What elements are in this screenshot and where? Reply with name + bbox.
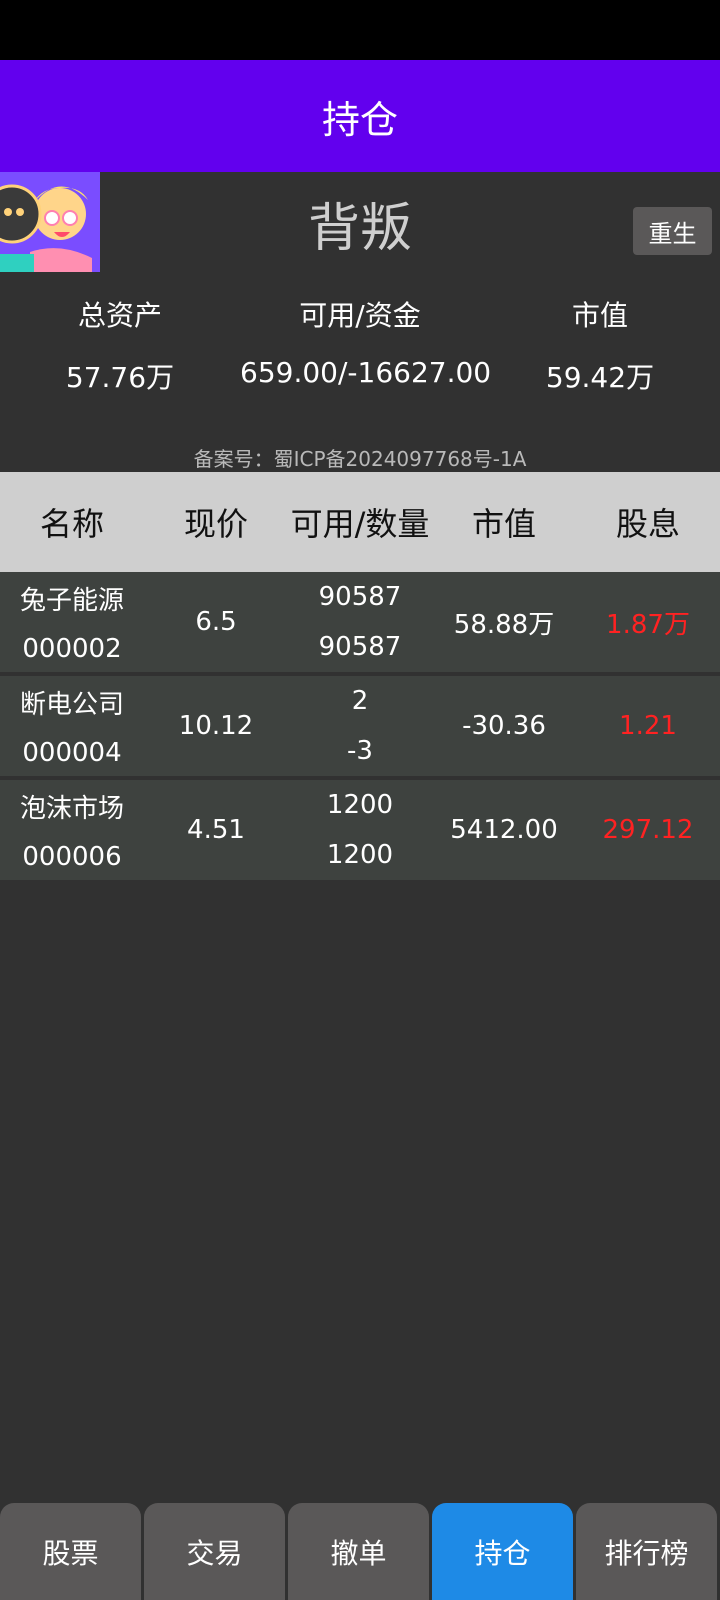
price-cell: 10.12 bbox=[178, 711, 254, 741]
stat-label: 可用/资金 bbox=[299, 299, 421, 332]
app-bar: 持仓 bbox=[0, 60, 720, 172]
stat-market-value: 市值 bbox=[480, 294, 720, 334]
stock-name-cell: 泡沫市场 000006 bbox=[0, 780, 144, 880]
stat-total-assets-value: 57.76万 bbox=[0, 356, 240, 396]
header-name: 名称 bbox=[39, 505, 104, 543]
header-available-quantity: 可用/数量 bbox=[290, 505, 430, 543]
reborn-button[interactable]: 重生 bbox=[633, 207, 712, 255]
nav-holdings[interactable]: 持仓 bbox=[432, 1503, 573, 1600]
icp-record[interactable]: 备案号：蜀ICP备2024097768号-1A bbox=[0, 443, 720, 472]
stock-code: 000006 bbox=[22, 841, 122, 872]
table-header: 名称 现价 可用/数量 市值 股息 bbox=[0, 472, 720, 572]
stat-available-funds-value: 659.00/-16627.00 bbox=[240, 356, 492, 389]
page-title: 持仓 bbox=[321, 97, 398, 142]
market-value-cell: 5412.00 bbox=[450, 815, 558, 845]
available-value: 90587 bbox=[318, 582, 402, 612]
stat-label: 市值 bbox=[571, 299, 628, 332]
header-dividend: 股息 bbox=[615, 505, 680, 543]
stat-market-value-value: 59.42万 bbox=[480, 356, 720, 396]
stat-value: 59.42万 bbox=[545, 361, 655, 394]
stat-available-funds: 可用/资金 bbox=[240, 294, 480, 334]
stat-total-assets: 总资产 bbox=[0, 294, 240, 334]
stock-name: 泡沫市场 bbox=[19, 794, 124, 825]
stock-name: 兔子能源 bbox=[19, 586, 124, 617]
stat-value: 659.00/-16627.00 bbox=[240, 356, 492, 389]
header-price: 现价 bbox=[183, 505, 248, 543]
status-bar bbox=[0, 0, 720, 60]
bottom-nav: 股票 交易 撤单 持仓 排行榜 bbox=[0, 1503, 720, 1600]
dividend-cell: 1.21 bbox=[619, 711, 677, 741]
quantity-value: 90587 bbox=[318, 632, 402, 662]
stock-name-cell: 兔子能源 000002 bbox=[0, 572, 144, 672]
available-value: 1200 bbox=[326, 790, 394, 820]
available-value: 2 bbox=[351, 686, 369, 716]
available-quantity-cell: 2 -3 bbox=[288, 676, 432, 776]
available-quantity-cell: 90587 90587 bbox=[288, 572, 432, 672]
stat-label: 总资产 bbox=[77, 299, 162, 332]
nav-stocks[interactable]: 股票 bbox=[0, 1503, 141, 1600]
available-quantity-cell: 1200 1200 bbox=[288, 780, 432, 880]
dividend-cell: 1.87万 bbox=[606, 609, 690, 640]
price-cell: 6.5 bbox=[195, 607, 237, 637]
nav-cancel-order[interactable]: 撤单 bbox=[288, 1503, 429, 1600]
stat-value: 57.76万 bbox=[65, 361, 175, 394]
header-market-value: 市值 bbox=[471, 505, 536, 543]
price-cell: 4.51 bbox=[187, 815, 245, 845]
stock-code: 000004 bbox=[22, 737, 122, 768]
stock-code: 000002 bbox=[22, 633, 122, 664]
table-row[interactable]: 兔子能源 000002 6.5 90587 90587 58.88万 1.87万 bbox=[0, 572, 720, 672]
nav-trade[interactable]: 交易 bbox=[144, 1503, 285, 1600]
market-value-cell: 58.88万 bbox=[453, 609, 555, 640]
table-row[interactable]: 泡沫市场 000006 4.51 1200 1200 5412.00 297.1… bbox=[0, 780, 720, 880]
stock-name: 断电公司 bbox=[19, 690, 124, 721]
nav-leaderboard[interactable]: 排行榜 bbox=[576, 1503, 717, 1600]
quantity-value: 1200 bbox=[326, 840, 394, 870]
market-value-cell: -30.36 bbox=[462, 711, 546, 741]
dividend-cell: 297.12 bbox=[602, 815, 694, 845]
player-name: 背叛 bbox=[307, 199, 412, 259]
table-row[interactable]: 断电公司 000004 10.12 2 -3 -30.36 1.21 bbox=[0, 676, 720, 776]
stock-name-cell: 断电公司 000004 bbox=[0, 676, 144, 776]
quantity-value: -3 bbox=[347, 736, 373, 766]
